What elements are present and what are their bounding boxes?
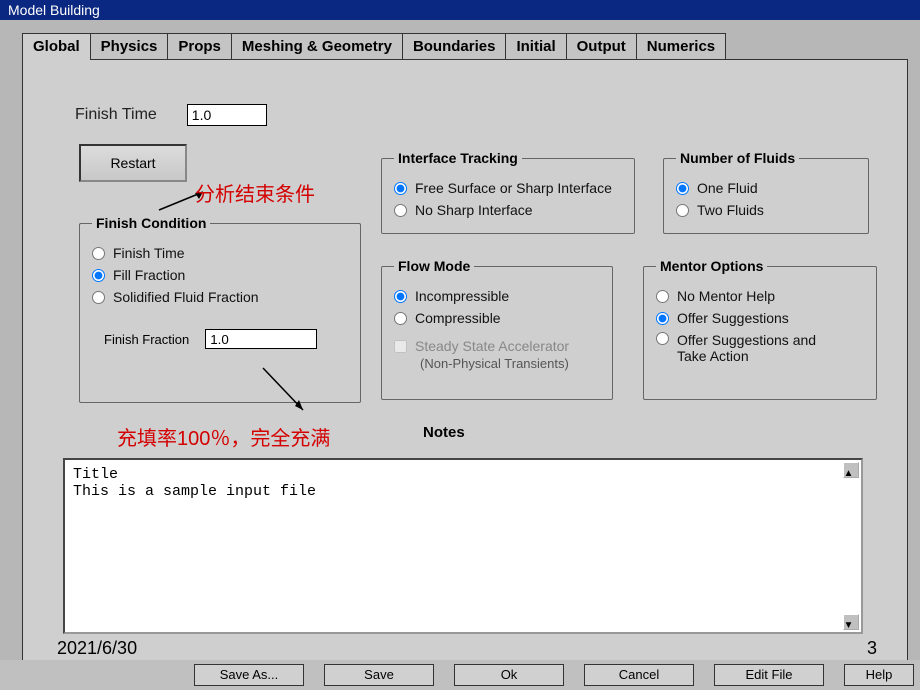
footer-page: 3	[867, 638, 877, 659]
mo-radio-none[interactable]	[656, 290, 669, 303]
edit-file-button[interactable]: Edit File	[714, 664, 824, 686]
scroll-up-icon[interactable]: ▴	[843, 462, 859, 478]
notes-line-2: This is a sample input file	[73, 483, 853, 500]
it-radio-free[interactable]	[394, 182, 407, 195]
fc-opt-0: Finish Time	[113, 245, 185, 261]
main-panel: Finish Time Restart 分析结束条件 Finish Condit…	[22, 59, 908, 661]
notes-line-1: Title	[73, 466, 853, 483]
footer-date: 2021/6/30	[57, 638, 137, 659]
help-button[interactable]: Help	[844, 664, 914, 686]
it-opt-0: Free Surface or Sharp Interface	[415, 180, 612, 196]
tab-props[interactable]: Props	[167, 33, 232, 60]
fc-radio-time[interactable]	[92, 247, 105, 260]
fm-chk-label: Steady State Accelerator	[415, 338, 569, 354]
tab-global[interactable]: Global	[22, 33, 91, 60]
save-as-button[interactable]: Save As...	[194, 664, 304, 686]
bottom-toolbar: Save As... Save Ok Cancel Edit File Help	[0, 660, 920, 690]
it-opt-1: No Sharp Interface	[415, 202, 533, 218]
fc-opt-1: Fill Fraction	[113, 267, 185, 283]
finish-fraction-input[interactable]	[205, 329, 317, 349]
tab-initial[interactable]: Initial	[505, 33, 566, 60]
notes-label: Notes	[423, 424, 465, 441]
finish-fraction-label: Finish Fraction	[104, 332, 189, 347]
tab-boundaries[interactable]: Boundaries	[402, 33, 507, 60]
notes-textarea[interactable]: Title This is a sample input file ▴ ▾ 有哪…	[63, 458, 863, 634]
flow-mode-legend: Flow Mode	[394, 258, 474, 274]
mo-radio-suggest[interactable]	[656, 312, 669, 325]
number-fluids-group: Number of Fluids One Fluid Two Fluids	[663, 150, 869, 234]
annotation-finish-condition: 分析结束条件	[195, 178, 315, 207]
fm-opt-0: Incompressible	[415, 288, 509, 304]
nf-radio-two[interactable]	[676, 204, 689, 217]
nf-opt-1: Two Fluids	[697, 202, 764, 218]
fm-sub-label: (Non-Physical Transients)	[420, 356, 600, 371]
flow-mode-group: Flow Mode Incompressible Compressible St…	[381, 258, 613, 400]
mo-opt-1: Offer Suggestions	[677, 310, 789, 326]
nf-opt-0: One Fluid	[697, 180, 758, 196]
restart-button[interactable]: Restart	[79, 144, 187, 182]
interface-tracking-legend: Interface Tracking	[394, 150, 522, 166]
number-fluids-legend: Number of Fluids	[676, 150, 799, 166]
mentor-options-legend: Mentor Options	[656, 258, 767, 274]
save-button[interactable]: Save	[324, 664, 434, 686]
arrow-icon	[255, 366, 311, 416]
mo-opt-0: No Mentor Help	[677, 288, 775, 304]
fm-radio-comp[interactable]	[394, 312, 407, 325]
steady-state-checkbox	[394, 340, 407, 353]
interface-tracking-group: Interface Tracking Free Surface or Sharp…	[381, 150, 635, 234]
annotation-fill-rate: 充填率100％，完全充满	[117, 422, 330, 451]
tab-physics[interactable]: Physics	[90, 33, 169, 60]
nf-radio-one[interactable]	[676, 182, 689, 195]
fm-opt-1: Compressible	[415, 310, 501, 326]
mo-radio-action[interactable]	[656, 332, 669, 345]
tab-row: Global Physics Props Meshing & Geometry …	[22, 32, 920, 59]
fc-radio-fill[interactable]	[92, 269, 105, 282]
ok-button[interactable]: Ok	[454, 664, 564, 686]
fm-radio-incomp[interactable]	[394, 290, 407, 303]
it-radio-none[interactable]	[394, 204, 407, 217]
tab-output[interactable]: Output	[566, 33, 637, 60]
title-bar: Model Building	[0, 0, 920, 20]
scroll-down-icon[interactable]: ▾	[843, 614, 859, 630]
mo-opt-2: Offer Suggestions and Take Action	[677, 332, 847, 364]
fc-radio-solid[interactable]	[92, 291, 105, 304]
finish-time-row: Finish Time	[75, 104, 267, 126]
fc-opt-2: Solidified Fluid Fraction	[113, 289, 259, 305]
cancel-button[interactable]: Cancel	[584, 664, 694, 686]
tab-numerics[interactable]: Numerics	[636, 33, 726, 60]
finish-condition-group: Finish Condition Finish Time Fill Fracti…	[79, 215, 361, 403]
finish-time-input[interactable]	[187, 104, 267, 126]
mentor-options-group: Mentor Options No Mentor Help Offer Sugg…	[643, 258, 877, 400]
finish-time-label: Finish Time	[75, 106, 157, 124]
tab-meshing[interactable]: Meshing & Geometry	[231, 33, 403, 60]
finish-condition-legend: Finish Condition	[92, 215, 210, 231]
